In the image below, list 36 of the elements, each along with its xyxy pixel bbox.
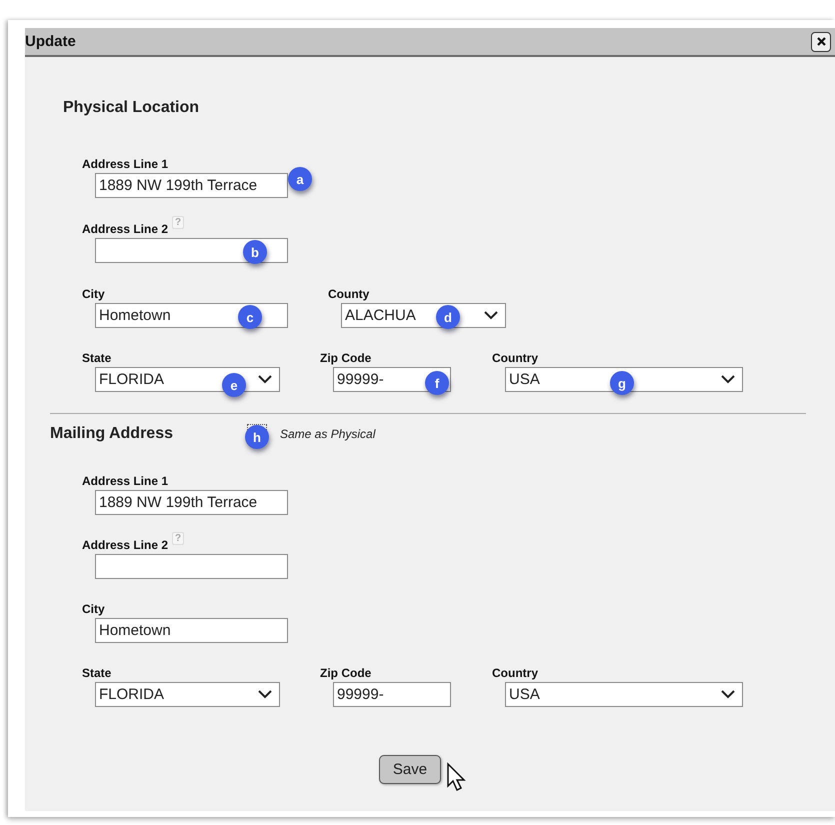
field-label: County [328, 287, 370, 301]
input-field[interactable]: Hometown [95, 618, 288, 643]
field-label: Zip Code [320, 351, 372, 365]
dialog-title: Update [25, 33, 76, 50]
input-field[interactable]: 1889 NW 199th Terrace [95, 173, 288, 198]
field-label: Zip Code [320, 666, 372, 680]
field-label: City [82, 602, 105, 616]
callout-marker: h [245, 425, 269, 449]
field-label: Address Line 2 [82, 538, 168, 552]
field-label: Country [492, 666, 538, 680]
chevron-down-icon [721, 375, 735, 384]
callout-marker: a [288, 167, 312, 191]
chevron-down-icon [484, 311, 498, 320]
field-label: Address Line 2 [82, 222, 168, 236]
field-label: State [82, 351, 112, 365]
input-field[interactable]: 1889 NW 199th Terrace [95, 490, 288, 515]
section-heading: Mailing Address [50, 425, 174, 443]
mouse-pointer-icon [446, 762, 468, 792]
dropdown-field[interactable]: FLORIDA [95, 682, 280, 707]
input-field[interactable] [95, 554, 288, 579]
save-button[interactable]: Save [378, 755, 442, 784]
field-label: State [82, 666, 112, 680]
checkbox-label[interactable]: Same as Physical [280, 427, 376, 441]
chevron-down-icon [258, 690, 272, 699]
field-label: Address Line 1 [82, 474, 168, 488]
field-label: Country [492, 351, 538, 365]
chevron-down-icon [721, 690, 735, 699]
field-label: City [82, 287, 105, 301]
close-icon [816, 37, 826, 46]
close-button[interactable] [811, 32, 831, 52]
field-label: Address Line 1 [82, 157, 168, 171]
input-field[interactable]: 99999- [333, 682, 451, 707]
section-heading: Physical Location [63, 99, 200, 117]
input-field[interactable] [95, 238, 288, 263]
dropdown-field[interactable]: USA [505, 682, 743, 707]
chevron-down-icon [258, 375, 272, 384]
